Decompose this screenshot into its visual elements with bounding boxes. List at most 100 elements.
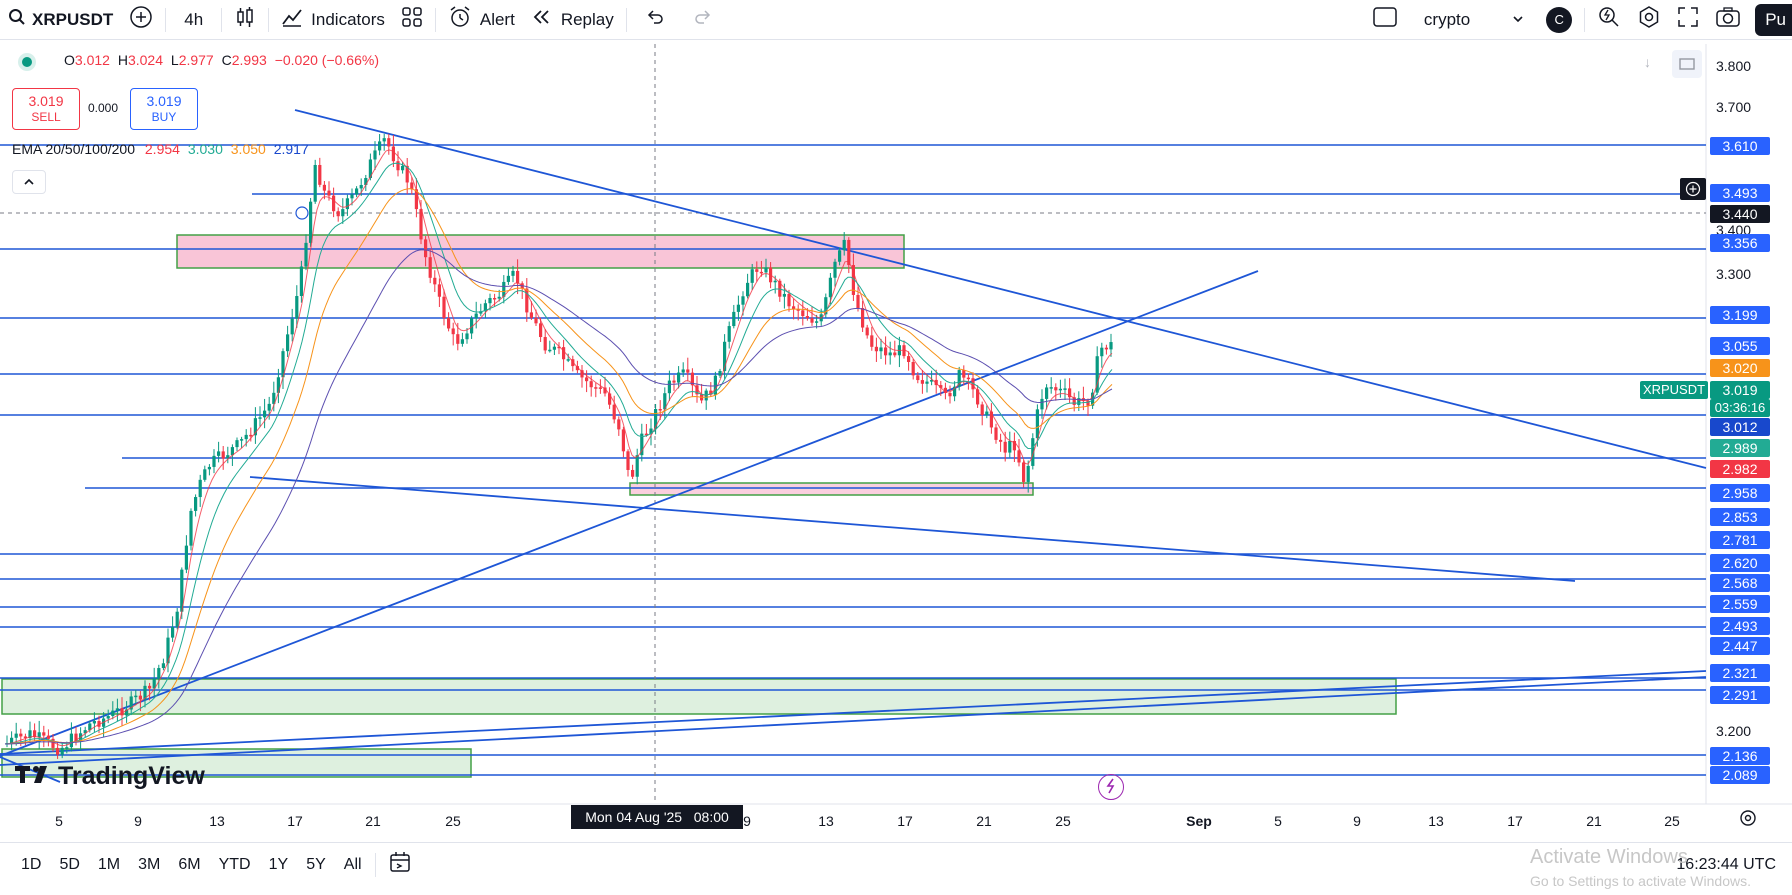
candle-body xyxy=(322,184,326,191)
candle-body xyxy=(801,310,805,317)
price-level-label: 2.089 xyxy=(1710,766,1770,784)
replay-lightning-icon[interactable] xyxy=(1098,774,1124,800)
candle-body xyxy=(741,296,745,305)
candle-body xyxy=(727,326,731,342)
time-axis-label: 21 xyxy=(976,813,992,829)
quick-search-button[interactable] xyxy=(1589,0,1629,40)
crosshair-time-label: Mon 04 Aug '25 08:00 xyxy=(571,805,743,829)
alert-label: Alert xyxy=(479,9,515,29)
range-1d[interactable]: 1D xyxy=(12,856,50,874)
watchlist-select[interactable]: crypto xyxy=(1406,0,1538,40)
candle-body xyxy=(42,732,46,736)
price-scale-settings-button[interactable] xyxy=(1672,50,1702,78)
candle-body xyxy=(286,334,290,352)
high-label: H xyxy=(117,52,128,68)
publish-label: Pu xyxy=(1755,3,1792,36)
candle-body xyxy=(828,277,832,298)
candle-body xyxy=(759,271,763,274)
candle-body xyxy=(916,375,920,381)
layout-button[interactable] xyxy=(1364,0,1406,40)
ema200-value: 2.917 xyxy=(273,141,309,157)
candle-body xyxy=(764,267,768,273)
settings-button[interactable] xyxy=(1629,0,1669,40)
range-5y[interactable]: 5Y xyxy=(297,856,335,874)
chevron-up-icon xyxy=(23,175,35,192)
utc-clock[interactable]: 16:23:44 UTC xyxy=(1676,856,1792,874)
candle-body xyxy=(447,318,451,329)
layout-square-icon xyxy=(1372,6,1398,33)
time-axis-label: 17 xyxy=(287,813,303,829)
current-price-label: 3.019 xyxy=(1710,381,1770,399)
candle-body xyxy=(893,352,897,356)
chart-type-button[interactable] xyxy=(226,0,264,40)
indicators-button[interactable]: Indicators xyxy=(273,0,393,40)
symbol-search[interactable]: XRPUSDT xyxy=(0,0,121,40)
templates-button[interactable] xyxy=(393,0,431,40)
buy-button[interactable]: 3.019 BUY xyxy=(130,88,198,130)
range-6m[interactable]: 6M xyxy=(169,856,209,874)
chevron-down-icon xyxy=(1512,10,1524,30)
interval-button[interactable]: 4h xyxy=(170,0,217,40)
change-value: −0.020 (−0.66%) xyxy=(274,52,379,68)
range-3m[interactable]: 3M xyxy=(129,856,169,874)
candle-body xyxy=(138,695,142,700)
snapshot-button[interactable] xyxy=(1707,0,1749,40)
ema-legend: EMA 20/50/100/200 2.954 3.030 3.050 2.91… xyxy=(12,141,309,157)
candle-body xyxy=(1058,388,1062,391)
range-all[interactable]: All xyxy=(335,856,371,874)
candle-body xyxy=(111,710,115,717)
price-axis-label: 3.800 xyxy=(1716,58,1752,74)
candles-icon xyxy=(234,6,256,33)
redo-icon xyxy=(693,7,713,32)
range-5d[interactable]: 5D xyxy=(50,856,88,874)
candle-body xyxy=(755,269,759,272)
price-level-label: 2.321 xyxy=(1710,664,1770,682)
chart-pane[interactable]: O3.012 H3.024 L2.977 C2.993 −0.020 (−0.6… xyxy=(0,44,1792,835)
ohlc-legend: O3.012 H3.024 L2.977 C2.993 −0.020 (−0.6… xyxy=(64,52,379,68)
trendline-anchor xyxy=(295,206,309,220)
collapse-legend-button[interactable] xyxy=(12,170,46,194)
fullscreen-button[interactable] xyxy=(1669,0,1707,40)
compare-button[interactable] xyxy=(121,0,161,40)
range-ytd[interactable]: YTD xyxy=(210,856,260,874)
divider xyxy=(434,7,436,32)
undo-button[interactable] xyxy=(631,0,679,40)
candle-body xyxy=(861,308,865,328)
price-chart[interactable] xyxy=(0,44,1792,835)
ema20-value: 2.954 xyxy=(144,141,180,157)
candle-body xyxy=(304,242,308,267)
publish-button[interactable]: Pu xyxy=(1755,0,1792,40)
range-1m[interactable]: 1M xyxy=(89,856,129,874)
goto-date-button[interactable] xyxy=(380,851,422,878)
sell-label: SELL xyxy=(31,110,61,124)
sell-button[interactable]: 3.019 SELL xyxy=(12,88,80,130)
time-axis-settings-button[interactable] xyxy=(1738,808,1758,833)
alert-button[interactable]: Alert xyxy=(440,0,523,40)
candle-body xyxy=(511,270,515,276)
time-axis-label: 17 xyxy=(897,813,913,829)
candle-body xyxy=(543,337,547,351)
scroll-down-icon[interactable]: ↓ xyxy=(1644,54,1651,70)
replay-button[interactable]: Replay xyxy=(523,0,622,40)
bar-countdown: 03:36:16 xyxy=(1710,399,1770,417)
candle-body xyxy=(313,164,317,202)
candle-body xyxy=(69,733,73,748)
candle-body xyxy=(456,334,460,344)
symbol-price-tag: XRPUSDT xyxy=(1640,381,1708,399)
candle-body xyxy=(1022,462,1026,482)
candle-body xyxy=(327,190,331,196)
time-axis-label: 5 xyxy=(55,813,63,829)
candle-body xyxy=(424,239,428,258)
crosshair-add-button[interactable] xyxy=(1680,178,1706,200)
divider xyxy=(625,7,627,32)
range-1y[interactable]: 1Y xyxy=(260,856,298,874)
candle-body xyxy=(773,280,777,283)
redo-button[interactable] xyxy=(679,0,727,40)
avatar[interactable]: C xyxy=(1538,0,1580,40)
candle-body xyxy=(1008,440,1012,453)
candle-body xyxy=(148,685,152,689)
tv-logo-icon xyxy=(14,763,54,790)
ema50-value: 3.030 xyxy=(187,141,223,157)
candle-body xyxy=(884,347,888,356)
price-level-label: 2.291 xyxy=(1710,686,1770,704)
